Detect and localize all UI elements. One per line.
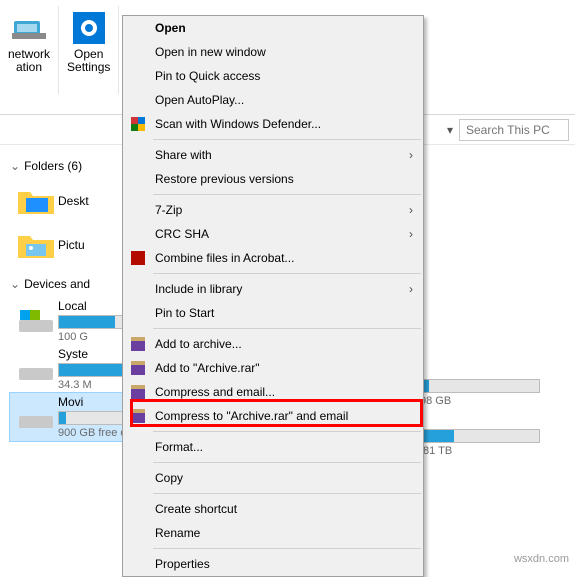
watermark: wsxdn.com — [514, 553, 569, 565]
separator — [153, 462, 421, 463]
ctx-restore-previous[interactable]: Restore previous versions — [123, 167, 423, 191]
ctx-add-archive[interactable]: Add to archive... — [123, 332, 423, 356]
chevron-right-icon: › — [409, 282, 413, 296]
breadcrumb-caret[interactable]: ▾ — [447, 123, 453, 137]
network-label-2: ation — [16, 61, 42, 74]
ribbon-group-network[interactable]: network ation — [0, 6, 59, 94]
drive-tile-partial-2[interactable]: .81 TB — [420, 427, 575, 457]
chevron-right-icon: › — [409, 148, 413, 162]
open-settings-label-2: Settings — [67, 61, 110, 74]
separator — [153, 493, 421, 494]
drive-icon — [14, 301, 58, 341]
ctx-create-shortcut[interactable]: Create shortcut — [123, 497, 423, 521]
separator — [153, 139, 421, 140]
winrar-icon — [129, 359, 147, 377]
ctx-pin-quick-access[interactable]: Pin to Quick access — [123, 64, 423, 88]
ctx-format[interactable]: Format... — [123, 435, 423, 459]
winrar-icon — [129, 407, 147, 425]
separator — [153, 273, 421, 274]
ctx-compress-email[interactable]: Compress and email... — [123, 380, 423, 404]
drive-usage-bar — [420, 379, 540, 393]
ctx-7zip[interactable]: 7-Zip› — [123, 198, 423, 222]
winrar-icon — [129, 383, 147, 401]
ctx-open-new-window[interactable]: Open in new window — [123, 40, 423, 64]
ctx-add-archive-rar[interactable]: Add to "Archive.rar" — [123, 356, 423, 380]
chevron-down-icon: ⌄ — [10, 277, 20, 291]
folders-header-text: Folders (6) — [24, 159, 82, 173]
ctx-combine-acrobat[interactable]: Combine files in Acrobat... — [123, 246, 423, 270]
drive-tile-partial-1[interactable]: 98 GB — [420, 377, 575, 407]
drive-icon — [14, 349, 58, 389]
ribbon-group-open-settings[interactable]: Open Settings — [59, 6, 119, 94]
winrar-icon — [129, 335, 147, 353]
gear-icon — [71, 10, 107, 46]
devices-header-text: Devices and — [24, 277, 90, 291]
chevron-right-icon: › — [409, 203, 413, 217]
ctx-compress-rar-email[interactable]: Compress to "Archive.rar" and email — [123, 404, 423, 428]
separator — [153, 548, 421, 549]
drive-usage-bar — [420, 429, 540, 443]
drive-sub: .81 TB — [420, 445, 575, 457]
network-drive-icon — [11, 10, 47, 46]
ctx-rename[interactable]: Rename — [123, 521, 423, 545]
ctx-crc-sha[interactable]: CRC SHA› — [123, 222, 423, 246]
ctx-properties[interactable]: Properties — [123, 552, 423, 576]
ctx-scan-defender[interactable]: Scan with Windows Defender... — [123, 112, 423, 136]
folder-icon — [14, 225, 58, 265]
ctx-include-library[interactable]: Include in library› — [123, 277, 423, 301]
context-menu: Open Open in new window Pin to Quick acc… — [122, 15, 424, 577]
ctx-copy[interactable]: Copy — [123, 466, 423, 490]
ctx-open[interactable]: Open — [123, 16, 423, 40]
chevron-right-icon: › — [409, 227, 413, 241]
drive-icon — [14, 397, 58, 437]
search-input[interactable] — [459, 119, 569, 141]
folder-icon — [14, 181, 58, 221]
separator — [153, 328, 421, 329]
acrobat-icon — [129, 249, 147, 267]
drive-sub: 98 GB — [420, 395, 575, 407]
separator — [153, 431, 421, 432]
chevron-down-icon: ⌄ — [10, 159, 20, 173]
separator — [153, 194, 421, 195]
ctx-share-with[interactable]: Share with› — [123, 143, 423, 167]
ctx-open-autoplay[interactable]: Open AutoPlay... — [123, 88, 423, 112]
ctx-pin-start[interactable]: Pin to Start — [123, 301, 423, 325]
shield-icon — [129, 115, 147, 133]
